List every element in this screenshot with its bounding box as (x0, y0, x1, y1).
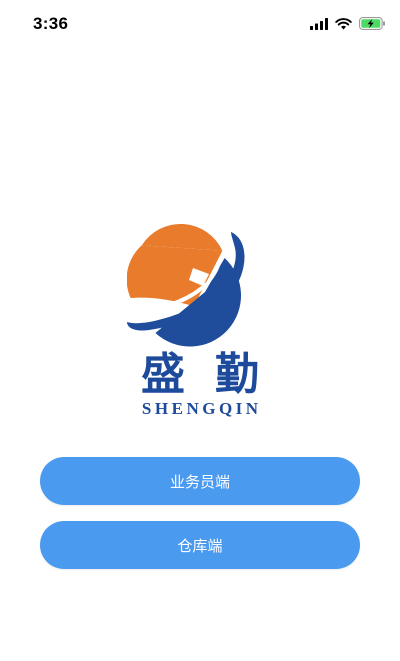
brand-name-cn: 盛勤 (141, 349, 289, 400)
battery-charging-icon (359, 15, 386, 34)
warehouse-login-button[interactable]: 仓库端 (40, 521, 360, 569)
wifi-icon (335, 15, 352, 34)
status-time: 3:36 (33, 14, 69, 33)
signal-icon (310, 15, 328, 34)
status-icons (310, 15, 386, 34)
brand-logo-icon (126, 222, 252, 347)
salesperson-login-button[interactable]: 业务员端 (40, 457, 360, 505)
brand-name-en: SHENGQIN (141, 399, 262, 418)
status-bar: 3:36 (0, 0, 400, 44)
